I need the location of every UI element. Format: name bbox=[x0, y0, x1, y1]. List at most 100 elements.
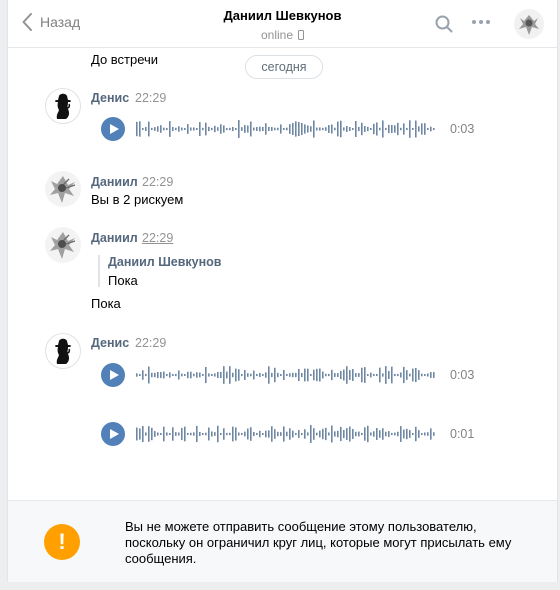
waveform-bar bbox=[382, 428, 384, 440]
waveform-bar bbox=[286, 431, 288, 437]
waveform-bar bbox=[235, 127, 237, 131]
waveform-bar bbox=[343, 127, 345, 131]
avatar[interactable] bbox=[45, 171, 81, 207]
waveform-bar bbox=[403, 429, 405, 439]
waveform-bar bbox=[250, 373, 252, 377]
play-button[interactable] bbox=[101, 363, 125, 387]
waveform-bar bbox=[283, 369, 285, 381]
play-button[interactable] bbox=[101, 117, 125, 141]
waveform-bar bbox=[202, 432, 204, 436]
waveform-bar bbox=[268, 126, 270, 132]
waveform-bar bbox=[433, 372, 435, 378]
waveform-bar bbox=[271, 426, 273, 442]
waveform-bar bbox=[331, 369, 333, 381]
waveform-bar bbox=[397, 373, 399, 377]
play-button[interactable] bbox=[101, 422, 125, 446]
waveform-bar bbox=[277, 431, 279, 437]
waveform-bar bbox=[424, 123, 426, 135]
waveform-bar bbox=[232, 426, 234, 442]
waveform-bar bbox=[253, 431, 255, 437]
message-time[interactable]: 22:29 bbox=[142, 175, 173, 189]
waveform-bar bbox=[205, 122, 207, 136]
waveform-bar bbox=[142, 370, 144, 380]
waveform-bar bbox=[400, 426, 402, 442]
waveform-bar bbox=[295, 121, 297, 137]
waveform-bar bbox=[364, 125, 366, 133]
waveform-bar bbox=[304, 124, 306, 134]
waveform-bar bbox=[139, 373, 141, 377]
waveform-bar bbox=[244, 369, 246, 381]
waveform-bar bbox=[244, 431, 246, 437]
waveform-bar bbox=[427, 432, 429, 436]
waveform-bar bbox=[397, 431, 399, 437]
waveform-bar bbox=[433, 127, 435, 131]
waveform-bar bbox=[394, 432, 396, 436]
sender-name[interactable]: Денис bbox=[91, 336, 129, 350]
message-time[interactable]: 22:29 bbox=[135, 336, 166, 350]
waveform[interactable] bbox=[136, 422, 436, 446]
waveform-bar bbox=[349, 426, 351, 442]
voice-message: 0:03 bbox=[101, 363, 481, 389]
waveform-bar bbox=[274, 127, 276, 131]
search-button[interactable] bbox=[435, 15, 453, 36]
header-avatar[interactable] bbox=[514, 9, 544, 39]
silhouette-avatar-image bbox=[54, 93, 72, 119]
waveform-bar bbox=[328, 373, 330, 377]
waveform-bar bbox=[283, 127, 285, 131]
avatar[interactable] bbox=[45, 227, 81, 263]
waveform-bar bbox=[418, 126, 420, 132]
waveform-bar bbox=[193, 432, 195, 436]
waveform-bar bbox=[376, 428, 378, 440]
waveform-bar bbox=[154, 431, 156, 437]
waveform-bar bbox=[175, 127, 177, 131]
waveform-bar bbox=[352, 428, 354, 440]
waveform-bar bbox=[274, 429, 276, 439]
waveform-bar bbox=[421, 432, 423, 436]
message-text: Пока bbox=[91, 296, 121, 311]
waveform[interactable] bbox=[136, 363, 436, 387]
waveform-bar bbox=[376, 122, 378, 136]
waveform-bar bbox=[163, 371, 165, 379]
waveform-bar bbox=[406, 127, 408, 131]
waveform[interactable] bbox=[136, 117, 436, 141]
waveform-bar bbox=[298, 122, 300, 136]
waveform-bar bbox=[400, 127, 402, 131]
waveform-bar bbox=[193, 127, 195, 131]
waveform-bar bbox=[190, 371, 192, 379]
waveform-bar bbox=[292, 372, 294, 378]
waveform-bar bbox=[304, 368, 306, 382]
waveform-bar bbox=[325, 373, 327, 377]
waveform-bar bbox=[322, 127, 324, 131]
waveform-bar bbox=[205, 432, 207, 436]
waveform-bar bbox=[148, 426, 150, 442]
more-dot-icon bbox=[479, 20, 483, 24]
waveform-bar bbox=[136, 121, 138, 137]
waveform-bar bbox=[388, 124, 390, 134]
waveform-bar bbox=[238, 120, 240, 138]
message-time[interactable]: 22:29 bbox=[142, 231, 173, 245]
sender-name[interactable]: Даниил bbox=[91, 231, 138, 245]
sender-name[interactable]: Денис bbox=[91, 91, 129, 105]
message-time[interactable]: 22:29 bbox=[135, 91, 166, 105]
waveform-bar bbox=[184, 426, 186, 442]
waveform-bar bbox=[214, 373, 216, 377]
waveform-bar bbox=[154, 127, 156, 131]
more-button[interactable] bbox=[472, 20, 490, 24]
waveform-bar bbox=[325, 427, 327, 441]
sender-name[interactable]: Даниил bbox=[91, 175, 138, 189]
waveform-bar bbox=[280, 432, 282, 436]
waveform-bar bbox=[196, 127, 198, 131]
message-text: Вы в 2 рискуем bbox=[91, 192, 184, 207]
avatar[interactable] bbox=[45, 88, 81, 124]
waveform-bar bbox=[289, 124, 291, 134]
search-icon bbox=[435, 15, 453, 33]
waveform-bar bbox=[169, 372, 171, 378]
avatar[interactable] bbox=[45, 333, 81, 369]
waveform-bar bbox=[253, 370, 255, 380]
waveform-bar bbox=[379, 367, 381, 383]
waveform-bar bbox=[136, 427, 138, 441]
quoted-message[interactable]: Даниил Шевкунов Пока bbox=[98, 255, 221, 288]
quoted-author[interactable]: Даниил Шевкунов bbox=[108, 255, 221, 269]
chat-header: Назад Даниил Шевкунов online bbox=[8, 0, 557, 48]
waveform-bar bbox=[379, 430, 381, 438]
